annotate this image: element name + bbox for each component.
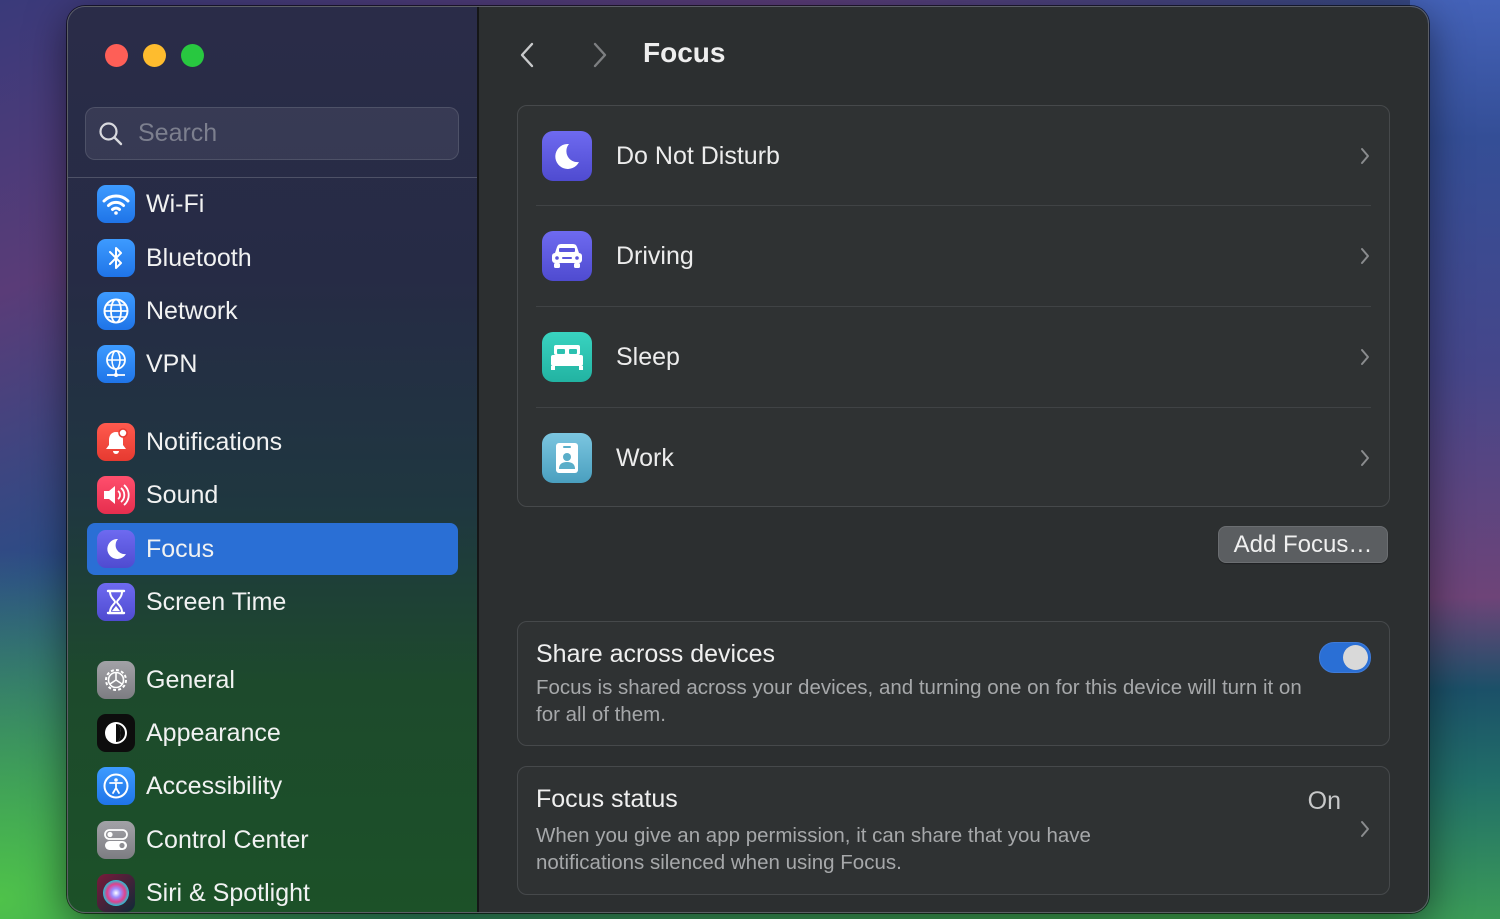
sidebar-item-network[interactable]: Network xyxy=(87,285,458,337)
sidebar-item-label: VPN xyxy=(146,349,198,378)
sidebar-item-label: Focus xyxy=(146,534,215,563)
moon-icon xyxy=(97,530,135,568)
share-across-devices-section: Share across devices Focus is shared acr… xyxy=(517,621,1390,746)
sidebar-item-bluetooth[interactable]: Bluetooth xyxy=(87,232,458,284)
wifi-icon xyxy=(97,185,135,223)
sidebar-item-label: Notifications xyxy=(146,427,283,456)
page-title: Focus xyxy=(643,37,726,68)
toggles-icon xyxy=(97,821,135,859)
chevron-right-icon xyxy=(1361,349,1369,365)
sidebar-item-accessibility[interactable]: Accessibility xyxy=(87,760,458,812)
toggle-knob xyxy=(1343,645,1368,670)
close-button[interactable] xyxy=(105,44,128,67)
chevron-right-icon xyxy=(1361,821,1369,837)
sidebar-item-label: Control Center xyxy=(146,825,309,854)
sidebar-item-label: Screen Time xyxy=(146,587,287,616)
chevron-right-icon xyxy=(1361,248,1369,264)
sidebar-item-sound[interactable]: Sound xyxy=(87,469,458,521)
sidebar-item-label: Bluetooth xyxy=(146,243,252,272)
search-field[interactable] xyxy=(85,107,459,160)
focus-status-row[interactable]: Focus status On When you give an app per… xyxy=(517,766,1390,895)
car-icon xyxy=(542,231,592,281)
chevron-right-icon xyxy=(593,42,607,68)
main-pane: Focus Do Not Disturb Driving Sleep Work … xyxy=(479,7,1428,912)
focus-mode-label: Do Not Disturb xyxy=(616,141,780,170)
search-input[interactable] xyxy=(136,118,440,149)
sidebar-item-siri-spotlight[interactable]: Siri & Spotlight xyxy=(87,867,458,912)
focus-modes-list: Do Not Disturb Driving Sleep Work xyxy=(517,105,1390,507)
zoom-button[interactable] xyxy=(181,44,204,67)
focus-status-title: Focus status xyxy=(536,785,678,813)
appearance-icon xyxy=(97,714,135,752)
search-icon xyxy=(99,121,123,145)
system-settings-window: Wi-Fi Bluetooth xyxy=(67,6,1429,913)
back-button[interactable] xyxy=(516,40,538,70)
sidebar-item-wifi[interactable]: Wi-Fi xyxy=(87,178,458,230)
sidebar-item-label: Accessibility xyxy=(146,771,283,800)
focus-mode-work[interactable]: Work xyxy=(518,408,1389,508)
sidebar-item-label: Sound xyxy=(146,480,219,509)
sidebar-item-notifications[interactable]: Notifications xyxy=(87,416,458,468)
hourglass-icon xyxy=(97,583,135,621)
sidebar-item-vpn[interactable]: VPN xyxy=(87,338,458,390)
focus-status-value: On xyxy=(1307,787,1341,815)
share-title: Share across devices xyxy=(536,640,776,668)
chevron-right-icon xyxy=(1361,148,1369,164)
sidebar-item-screen-time[interactable]: Screen Time xyxy=(87,576,458,628)
sidebar-item-label: Siri & Spotlight xyxy=(146,878,310,907)
chevron-left-icon xyxy=(520,42,534,68)
vpn-globe-icon xyxy=(97,345,135,383)
sidebar-item-control-center[interactable]: Control Center xyxy=(87,814,458,866)
globe-icon xyxy=(97,292,135,330)
bluetooth-icon xyxy=(97,239,135,277)
focus-status-description: When you give an app permission, it can … xyxy=(536,824,1091,874)
add-focus-button[interactable]: Add Focus… xyxy=(1218,526,1388,563)
bell-icon xyxy=(97,423,135,461)
sidebar-item-appearance[interactable]: Appearance xyxy=(87,707,458,759)
forward-button[interactable] xyxy=(589,40,611,70)
id-badge-icon xyxy=(542,433,592,483)
focus-mode-driving[interactable]: Driving xyxy=(518,206,1389,306)
focus-mode-label: Driving xyxy=(616,241,694,270)
minimize-button[interactable] xyxy=(143,44,166,67)
sidebar-item-label: General xyxy=(146,665,235,694)
bed-icon xyxy=(542,332,592,382)
focus-mode-sleep[interactable]: Sleep xyxy=(518,307,1389,407)
sidebar-item-label: Wi-Fi xyxy=(146,189,205,218)
accessibility-icon xyxy=(97,767,135,805)
focus-mode-do-not-disturb[interactable]: Do Not Disturb xyxy=(518,106,1389,206)
focus-mode-label: Sleep xyxy=(616,342,680,371)
siri-icon xyxy=(97,874,135,912)
share-across-devices-toggle[interactable] xyxy=(1319,642,1371,673)
speaker-icon xyxy=(97,476,135,514)
sidebar-item-label: Appearance xyxy=(146,718,281,747)
gear-icon xyxy=(97,661,135,699)
chevron-right-icon xyxy=(1361,450,1369,466)
sidebar-item-general[interactable]: General xyxy=(87,654,458,706)
sidebar: Wi-Fi Bluetooth xyxy=(68,7,479,912)
focus-mode-label: Work xyxy=(616,443,674,472)
moon-icon xyxy=(542,131,592,181)
share-description: Focus is shared across your devices, and… xyxy=(536,676,1302,726)
sidebar-item-label: Network xyxy=(146,296,238,325)
sidebar-item-focus[interactable]: Focus xyxy=(87,523,458,575)
